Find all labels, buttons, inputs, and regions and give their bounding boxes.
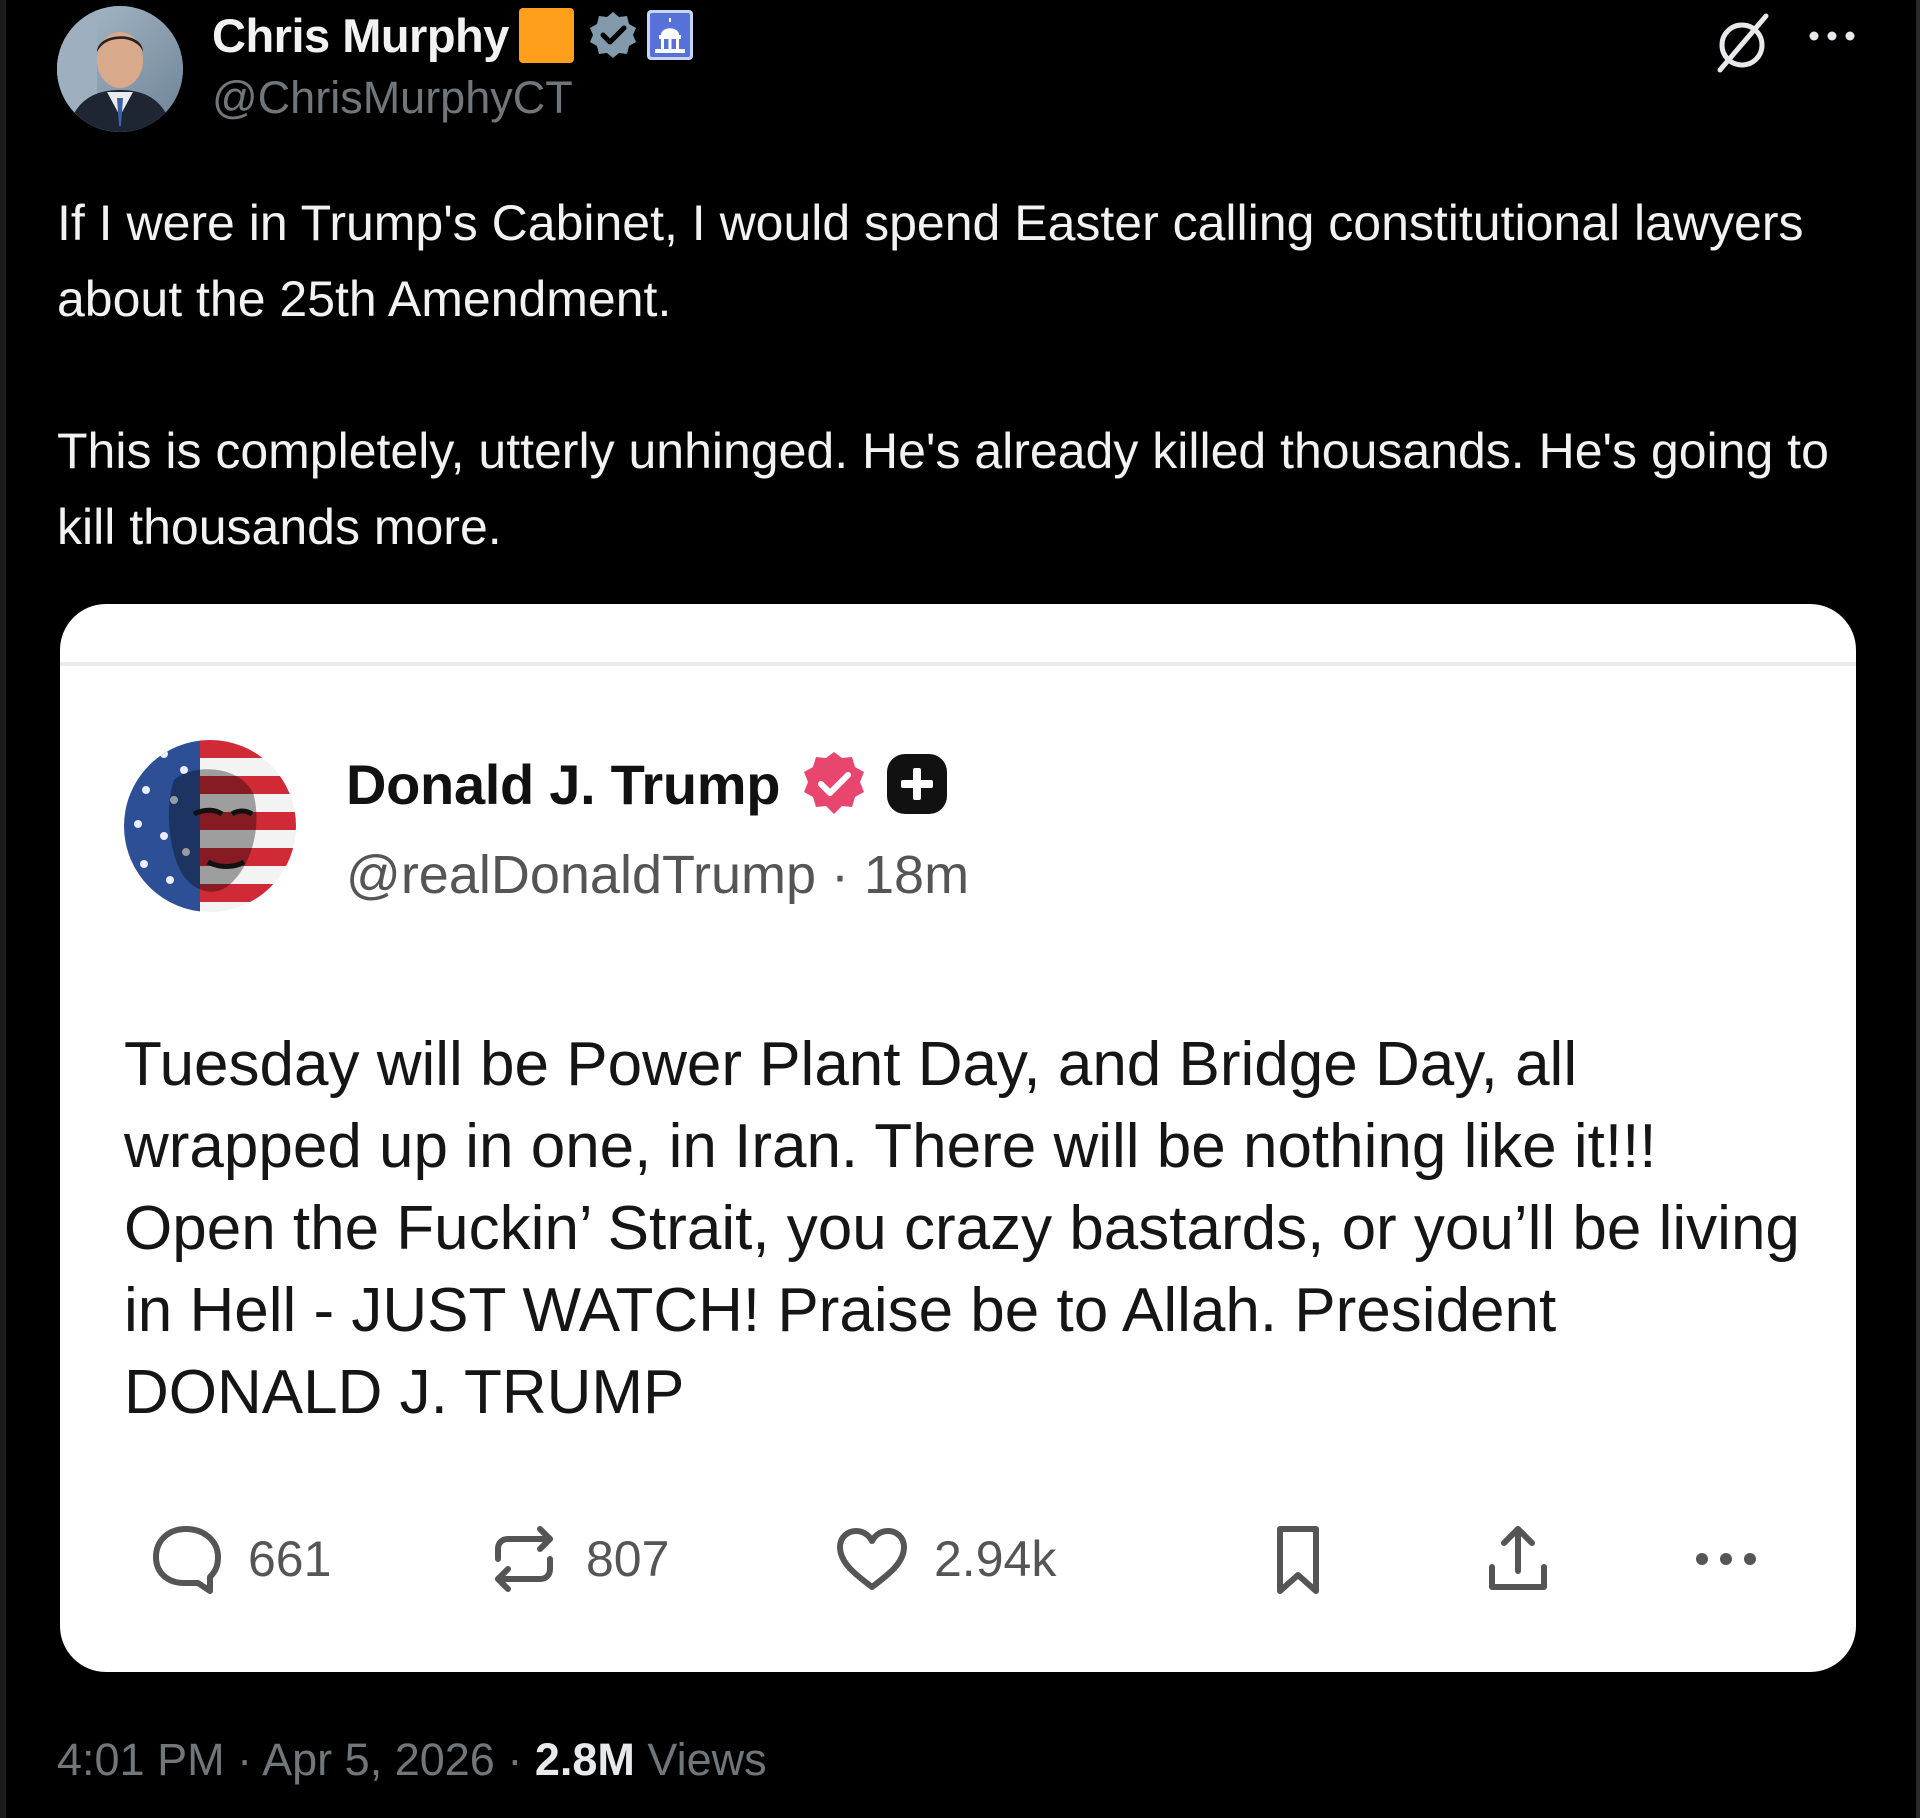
views-count[interactable]: 2.8M bbox=[535, 1734, 635, 1785]
post-time[interactable]: 4:01 PM bbox=[57, 1734, 225, 1785]
more-action bbox=[1686, 1504, 1766, 1614]
post-date[interactable]: Apr 5, 2026 bbox=[262, 1734, 495, 1785]
views-label: Views bbox=[647, 1734, 767, 1785]
plus-badge-icon bbox=[887, 754, 948, 814]
repost-icon bbox=[495, 1526, 553, 1592]
verified-badge-icon bbox=[804, 752, 865, 814]
heart-icon bbox=[837, 1528, 907, 1590]
post-text: If I were in Trump's Cabinet, I would sp… bbox=[57, 185, 1867, 565]
author-avatar[interactable] bbox=[57, 6, 183, 132]
window-right-edge bbox=[1916, 0, 1920, 1818]
embedded-post-text: Tuesday will be Power Plant Day, and Bri… bbox=[124, 1030, 1800, 1427]
flag-face-avatar-icon bbox=[124, 740, 296, 912]
repost-action: 807 bbox=[484, 1504, 669, 1614]
more-horizontal-icon[interactable] bbox=[1806, 26, 1858, 46]
capitol-building-badge-icon[interactable] bbox=[646, 9, 694, 61]
grok-icon[interactable] bbox=[1712, 12, 1772, 74]
more-horizontal-icon bbox=[1696, 1553, 1756, 1565]
bookmark-icon bbox=[1277, 1526, 1319, 1594]
share-icon bbox=[1489, 1526, 1547, 1590]
reply-icon bbox=[153, 1526, 221, 1594]
meta-separator: · bbox=[237, 1734, 253, 1785]
author-name[interactable]: Chris Murphy bbox=[212, 8, 509, 63]
embedded-action-bar: 661 807 2.94k bbox=[60, 1504, 1856, 1614]
post-paragraph: This is completely, utterly unhinged. He… bbox=[57, 423, 1829, 555]
embedded-post-time: 18m bbox=[864, 845, 970, 905]
share-action bbox=[1478, 1504, 1558, 1614]
like-action: 2.94k bbox=[832, 1504, 1056, 1614]
embedded-post-card[interactable]: Donald J. Trump @realDonaldTrump · 18m T… bbox=[60, 604, 1856, 1672]
author-avatar-image bbox=[57, 6, 183, 132]
author-name-row: Chris Murphy bbox=[212, 6, 694, 64]
reply-count: 661 bbox=[248, 1531, 332, 1587]
repost-count: 807 bbox=[586, 1531, 670, 1587]
card-divider bbox=[60, 662, 1856, 666]
bookmark-action bbox=[1258, 1504, 1338, 1614]
reply-action: 661 bbox=[146, 1504, 331, 1614]
embedded-author-meta: @realDonaldTrump · 18m bbox=[346, 844, 969, 906]
orange-square-icon bbox=[518, 7, 574, 63]
author-handle[interactable]: @ChrisMurphyCT bbox=[212, 72, 573, 124]
window-left-edge bbox=[0, 0, 6, 1818]
verified-gear-badge-icon[interactable] bbox=[588, 10, 638, 60]
meta-separator: · bbox=[507, 1734, 523, 1785]
embedded-author-avatar bbox=[124, 740, 296, 912]
embedded-author-name-row: Donald J. Trump bbox=[346, 744, 948, 824]
meta-separator: · bbox=[831, 845, 849, 905]
post-metadata: 4:01 PM · Apr 5, 2026 · 2.8M Views bbox=[57, 1734, 767, 1786]
post-paragraph: If I were in Trump's Cabinet, I would sp… bbox=[57, 195, 1804, 327]
embedded-author-handle: @realDonaldTrump bbox=[346, 845, 816, 905]
embedded-author-name: Donald J. Trump bbox=[346, 752, 781, 816]
like-count: 2.94k bbox=[934, 1531, 1057, 1587]
